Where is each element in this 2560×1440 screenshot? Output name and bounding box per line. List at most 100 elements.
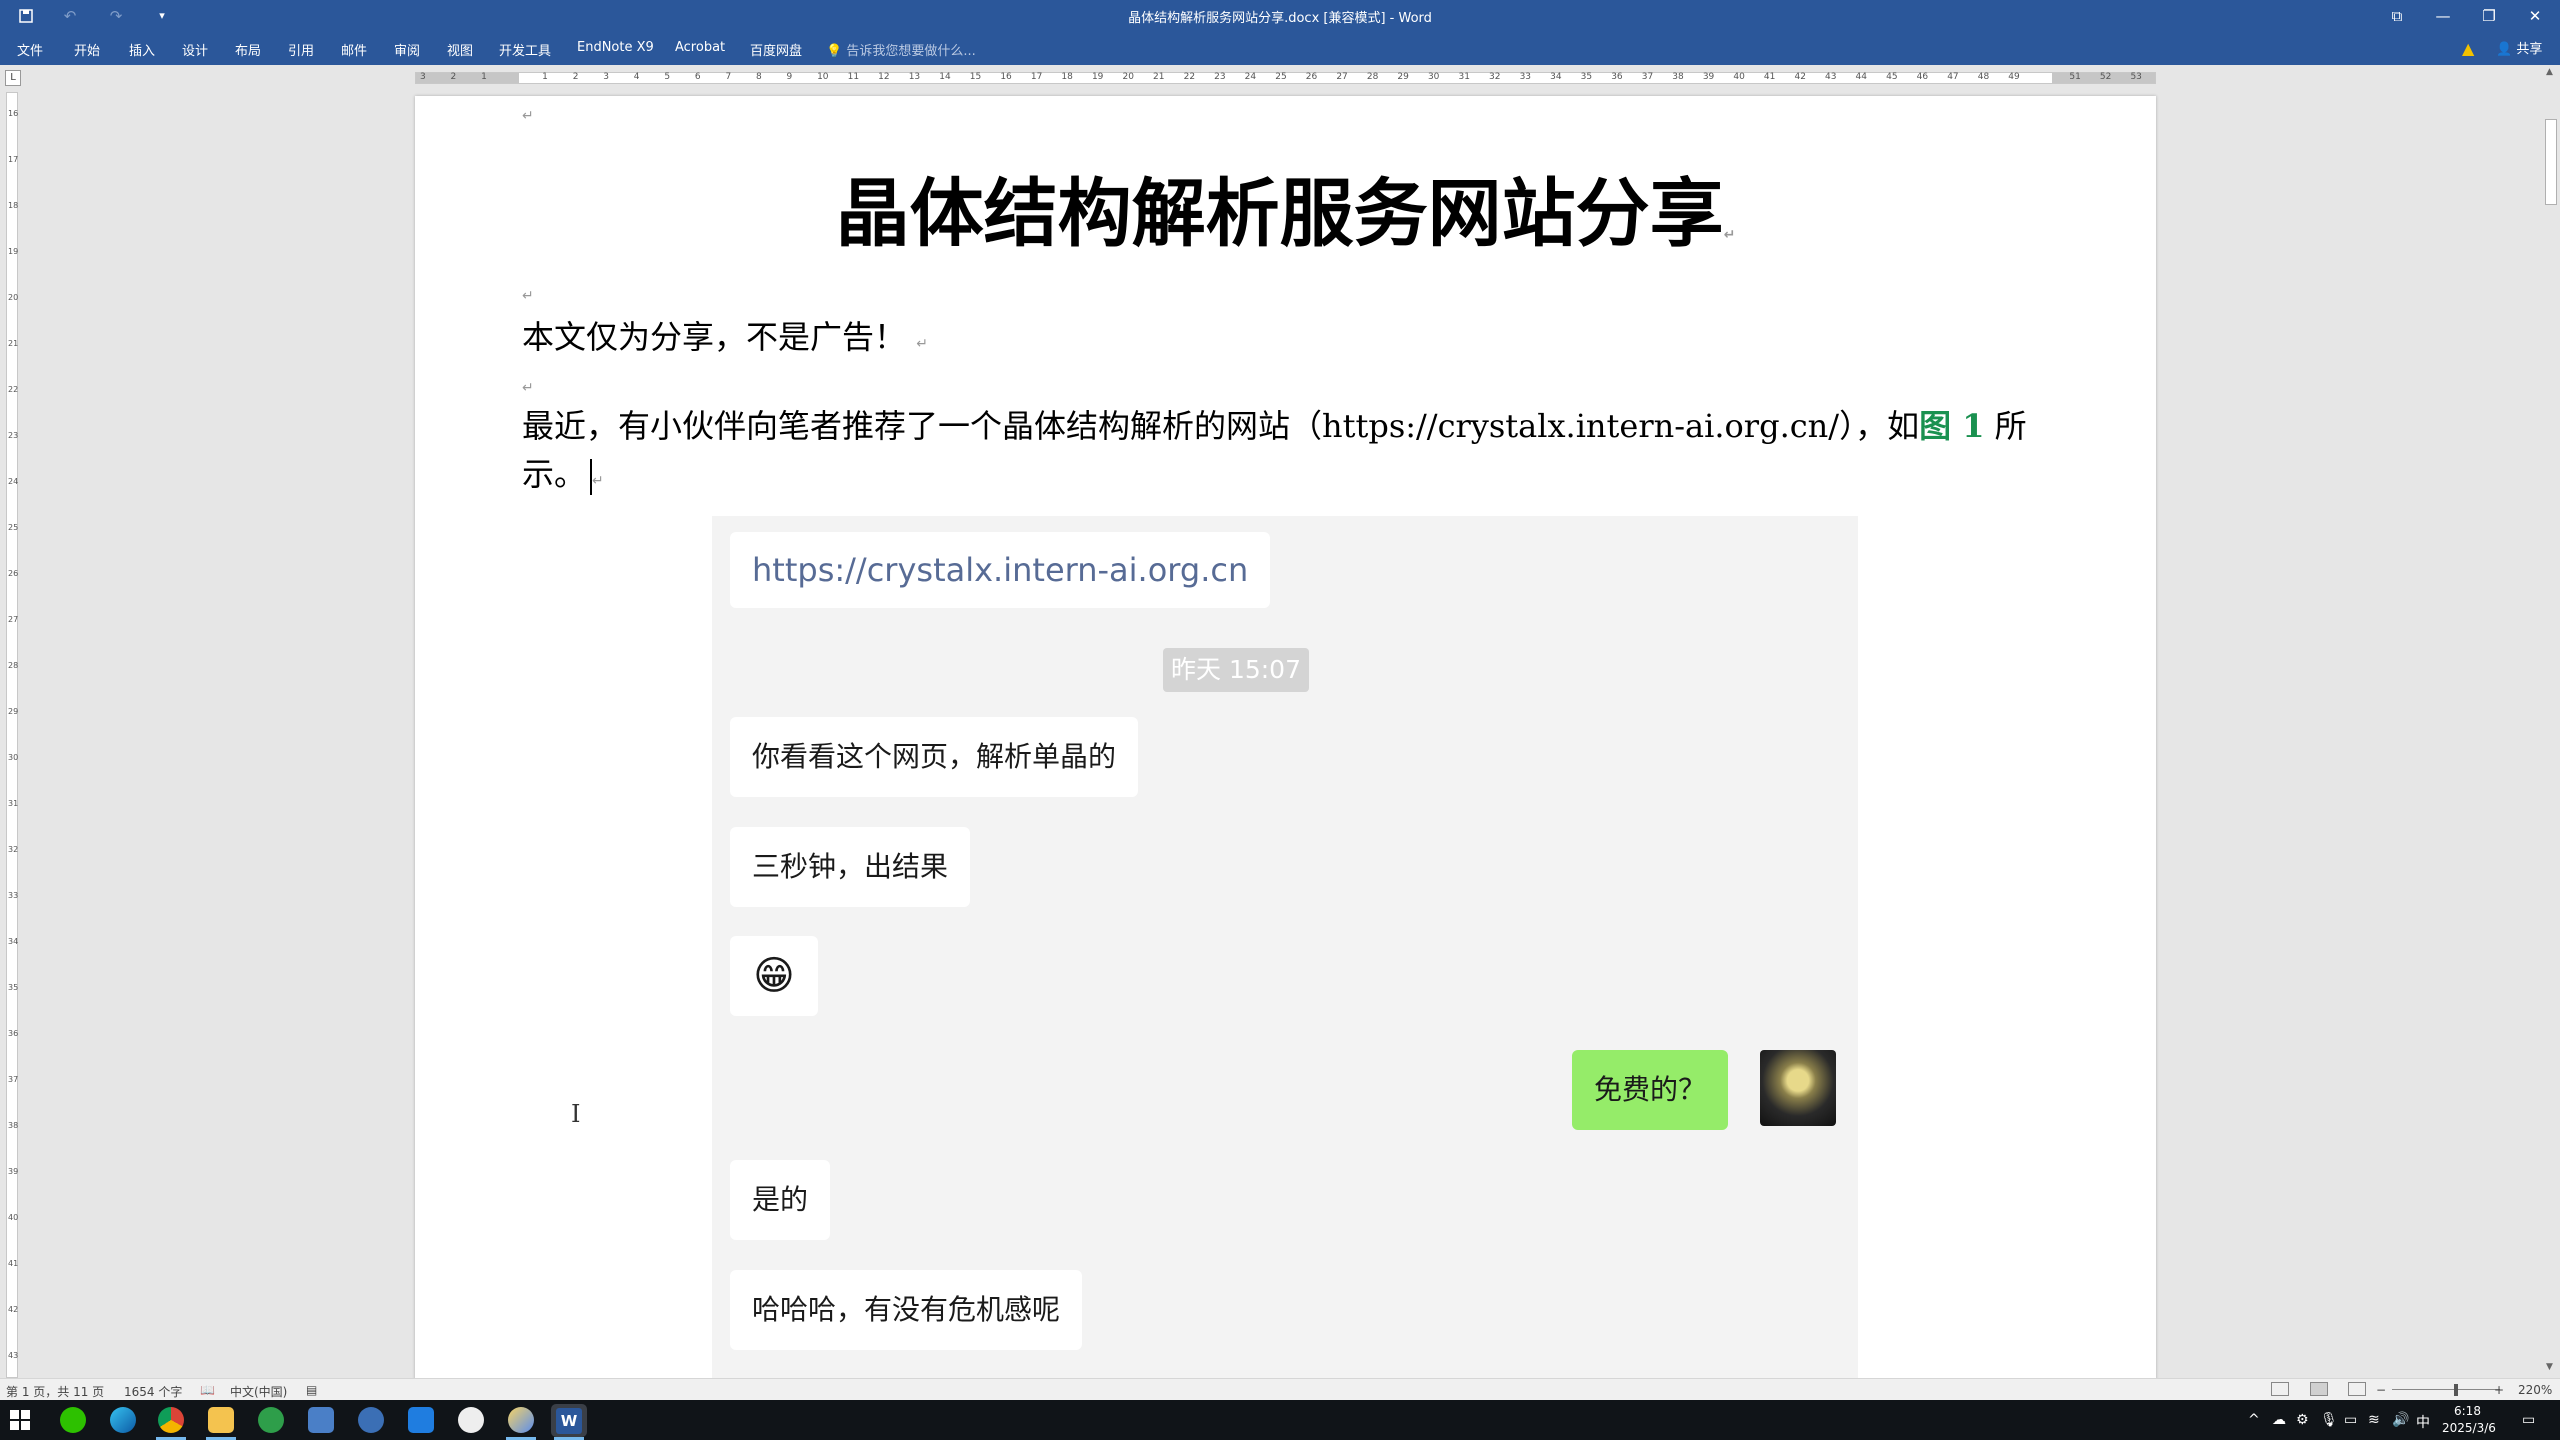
cloud-icon[interactable]: ☁ [2272,1412,2286,1428]
web-layout-button[interactable] [2348,1382,2366,1396]
person-icon: 👤 [2496,42,2513,57]
ruler-tick-label: 30 [1427,72,1440,82]
tab-view[interactable]: 视图 [447,40,473,59]
document-page[interactable]: ↵ 晶体结构解析服务网站分享↵ ↵ 本文仅为分享，不是广告！ ↵ ↵ 最近，有小… [415,96,2156,1380]
ruler-tick-label: 2 [450,72,457,82]
tab-design[interactable]: 设计 [182,40,208,59]
ruler-tick-label: 40 [8,1213,19,1222]
ruler-tick-label: 39 [1702,72,1715,82]
ruler-tick-label: 3 [603,72,609,82]
zoom-out-button[interactable]: − [2376,1383,2386,1397]
tell-me-box[interactable]: 💡 告诉我您想要做什么... [826,40,976,59]
settings-icon[interactable]: ⚙ [2296,1412,2309,1428]
clock-time[interactable]: 6:18 [2454,1404,2481,1418]
tab-review[interactable]: 审阅 [394,40,420,59]
volume-icon[interactable]: 🔊 [2392,1412,2409,1428]
tab-home[interactable]: 开始 [74,40,100,59]
scroll-up-icon[interactable]: ▲ [2546,67,2553,77]
ruler-strip[interactable]: 3 2 1 1 2 3 4 5 6 7 8 9 10 11 12 13 14 15 16 17 18 19 20 21 22 23… [415,72,2156,84]
ruler-tick-label: 46 [1916,72,1929,82]
ruler-tick-label: 41 [1763,72,1776,82]
ruler-tick-label: 33 [8,891,19,900]
mail-icon[interactable] [408,1407,434,1433]
vertical-ruler: 16 17 18 19 20 21 22 23 24 25 26 27 28 29 30 31 32 33 34 35… [6,92,18,1378]
ruler-tick-label: 6 [694,72,701,82]
ribbon-display-options-button[interactable]: ⧉ [2374,0,2420,32]
ruler-tick-label: 29 [8,707,19,716]
paragraph-mark: ↵ [592,473,604,489]
word-taskbar-button[interactable]: W [551,1404,587,1437]
battery-icon[interactable]: ▭ [2344,1412,2357,1428]
proofing-icon[interactable]: 📖 [200,1383,215,1397]
ruler-tick-label: 44 [1855,72,1867,82]
macro-record-icon[interactable]: ▤ [306,1383,317,1397]
tab-insert[interactable]: 插入 [129,40,155,59]
zoom-slider[interactable] [2392,1389,2500,1390]
tab-file[interactable]: 文件 [17,40,43,59]
ruler-tick-label: 38 [8,1121,19,1130]
vertical-scrollbar[interactable]: ▲ ▼ [2542,65,2560,1378]
file-explorer-icon[interactable] [208,1407,234,1433]
tab-layout[interactable]: 布局 [235,40,261,59]
scrollbar-thumb[interactable] [2545,119,2557,205]
tab-mailings[interactable]: 邮件 [341,40,367,59]
paragraph-intro[interactable]: 最近，有小伙伴向笔者推荐了一个晶体结构解析的网站（https://crystal… [522,402,2062,505]
warning-icon[interactable]: ▲ [2462,39,2474,58]
tab-references[interactable]: 引用 [288,40,314,59]
paragraph-mark: ↵ [522,108,534,124]
zoom-slider-thumb[interactable] [2454,1384,2458,1396]
wechat-icon[interactable] [60,1407,86,1433]
ruler-tick-label: 53 [2130,72,2142,82]
browser-icon[interactable] [358,1407,384,1433]
read-mode-button[interactable] [2271,1382,2289,1396]
ruler-tick-label: 15 [969,72,982,82]
tab-acrobat[interactable]: Acrobat [675,40,725,55]
ime-indicator[interactable]: 中 [2416,1412,2430,1432]
app-icon-2[interactable] [508,1407,534,1433]
clock-date[interactable]: 2025/3/6 [2442,1421,2496,1435]
ruler-tick-label: 47 [1947,72,1959,82]
scroll-down-icon[interactable]: ▼ [2546,1362,2553,1372]
ruler-tick-label: 45 [1886,72,1898,82]
notification-icon[interactable]: ▭ [2522,1412,2535,1428]
ruler-tick-label: 40 [1733,72,1745,82]
calculator-icon[interactable] [308,1407,334,1433]
chat-screenshot-figure[interactable]: https://crystalx.intern-ai.org.cn 昨天 15:… [712,516,1858,1380]
ruler-tick-label: 7 [725,72,732,82]
page-count[interactable]: 第 1 页，共 11 页 [6,1383,104,1400]
avatar [1760,1050,1836,1126]
windows-start-icon[interactable] [10,1410,30,1430]
tab-developer[interactable]: 开发工具 [499,40,551,59]
ruler-tick-label: 23 [8,431,19,440]
share-button[interactable]: 👤 共享 [2496,38,2542,57]
ruler-tick-label: 35 [1580,72,1593,82]
zoom-level[interactable]: 220% [2518,1383,2552,1397]
word-count[interactable]: 1654 个字 [124,1383,182,1400]
paragraph-disclaimer[interactable]: 本文仅为分享，不是广告！ ↵ [522,312,928,358]
zoom-in-button[interactable]: + [2494,1383,2504,1397]
intro-text: 最近，有小伙伴向笔者推荐了一个晶体结构解析的网站（https://crystal… [522,407,1920,445]
tray-overflow-icon[interactable]: ^ [2248,1412,2260,1428]
ruler-tick-label: 11 [847,72,860,82]
chrome-icon[interactable] [158,1407,184,1433]
tab-baidu-netdisk[interactable]: 百度网盘 [750,40,802,59]
title-bar: ↶ ↷ ▾ 晶体结构解析服务网站分享.docx [兼容模式] - Word ⧉ … [0,0,2560,32]
tab-selector[interactable]: L [5,70,21,86]
figure-reference[interactable]: 图 1 [1919,407,1984,445]
print-layout-button[interactable] [2310,1382,2328,1396]
wifi-icon[interactable]: ≋ [2368,1412,2380,1428]
ruler-tick-label: 52 [2099,72,2112,82]
app-icon[interactable] [258,1407,284,1433]
close-button[interactable]: ✕ [2512,0,2558,32]
edge-icon[interactable] [110,1407,136,1433]
microphone-icon[interactable]: 🎙 [2320,1412,2338,1428]
tab-endnote[interactable]: EndNote X9 [577,40,654,55]
ruler-tick-label: 48 [1977,72,1990,82]
minimize-button[interactable]: — [2420,0,2466,32]
ruler-tick-label: 49 [2008,72,2020,82]
qq-icon[interactable] [458,1407,484,1433]
document-heading[interactable]: 晶体结构解析服务网站分享↵ [415,154,2156,261]
language-indicator[interactable]: 中文(中国) [230,1383,287,1400]
vertical-ruler-numbers: 16 17 18 19 20 21 22 23 24 25 26 27 28 29 30 31 32 33 34 35… [7,93,19,1377]
restore-button[interactable]: ❐ [2466,0,2512,32]
